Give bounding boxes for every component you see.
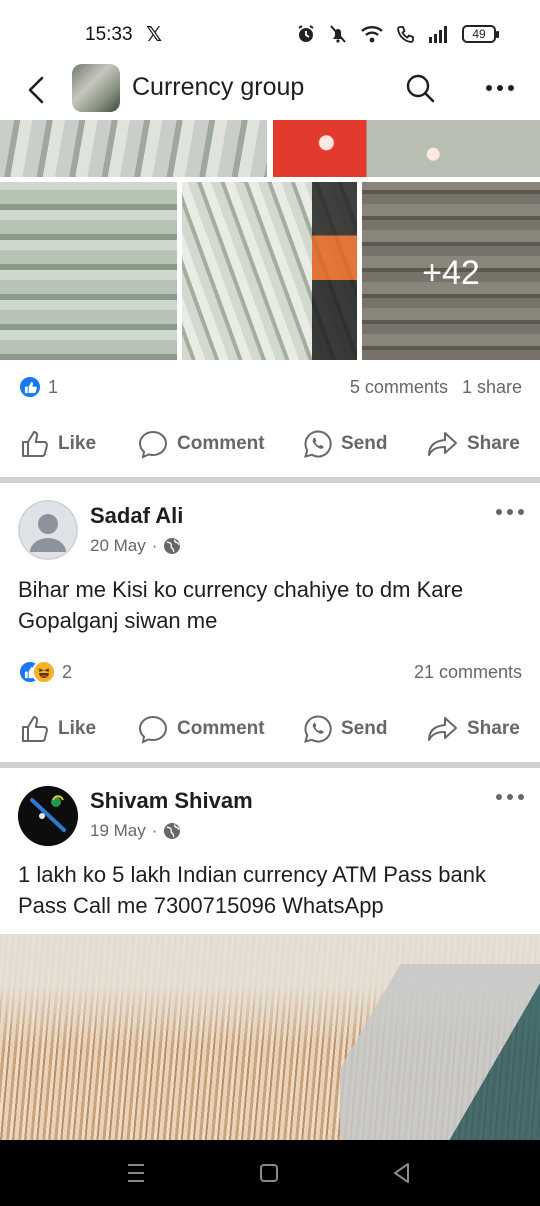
more-photos-count: +42 — [422, 254, 480, 292]
comment-label: Comment — [177, 433, 265, 454]
like-reaction-icon — [18, 375, 42, 399]
alarm-icon — [298, 25, 314, 42]
reaction-icons — [18, 660, 56, 684]
post-text: 1 lakh ko 5 lakh Indian currency ATM Pas… — [18, 862, 486, 918]
haha-reaction-icon — [32, 660, 56, 684]
status-icons: 49 — [296, 22, 499, 46]
shares-count[interactable]: 1 share — [462, 377, 522, 398]
group-avatar[interactable] — [72, 64, 120, 112]
status-time: 15:33 — [85, 24, 133, 45]
comment-label: Comment — [177, 718, 265, 739]
search-icon[interactable] — [404, 72, 436, 104]
like-label: Like — [58, 718, 97, 739]
globe-icon — [164, 823, 181, 839]
like-button[interactable]: Like — [20, 419, 96, 469]
reaction-summary[interactable]: 2 — [18, 660, 72, 684]
comments-count[interactable]: 21 comments — [414, 662, 522, 683]
globe-icon — [164, 538, 181, 554]
meta-separator: · — [151, 821, 158, 840]
post-photo-more[interactable]: +42 — [362, 182, 540, 360]
post-divider — [0, 477, 540, 483]
post-photo[interactable] — [273, 120, 540, 177]
reaction-count: 1 — [48, 376, 59, 397]
post-meta: 20 May · — [90, 536, 181, 556]
status-bar: 15:33 𝕏 49 — [0, 0, 540, 62]
like-label: Like — [58, 433, 97, 454]
default-avatar-icon — [18, 500, 78, 560]
reaction-count: 2 — [62, 661, 73, 682]
comment-button[interactable]: Comment — [137, 704, 265, 754]
comments-count[interactable]: 5 comments — [350, 377, 448, 398]
post-options-icon[interactable] — [494, 502, 526, 522]
share-icon — [428, 717, 457, 741]
post-photo[interactable] — [0, 120, 267, 177]
send-label: Send — [341, 433, 388, 454]
post-meta: 19 May · — [90, 821, 181, 841]
back-arrow-icon[interactable] — [22, 72, 52, 108]
avatar[interactable] — [18, 786, 78, 846]
author-name[interactable]: Shivam Shivam — [90, 788, 253, 814]
post-actions: Like Comment Send Share — [0, 419, 540, 469]
home-nav-icon[interactable] — [254, 1160, 284, 1186]
share-button[interactable]: Share — [427, 419, 520, 469]
engagement-counts: 21 comments — [414, 662, 522, 683]
post-text: Bihar me Kisi ko currency chahiye to dm … — [18, 577, 464, 633]
reaction-summary[interactable]: 1 — [18, 375, 58, 399]
post-actions: Like Comment Send Share — [0, 704, 540, 754]
group-title[interactable]: Currency group — [132, 73, 304, 102]
group-header: Currency group — [0, 62, 540, 118]
post-date[interactable]: 19 May — [90, 821, 146, 841]
comment-icon — [138, 715, 168, 744]
whatsapp-icon — [304, 430, 332, 458]
post-photo[interactable] — [0, 182, 177, 360]
wifi-icon — [361, 26, 383, 43]
system-nav-bar — [0, 1140, 540, 1206]
menu-nav-icon[interactable] — [121, 1160, 151, 1186]
engagement-counts: 5 comments 1 share — [350, 377, 522, 398]
avatar[interactable] — [18, 500, 78, 560]
share-icon — [428, 432, 457, 456]
flute-avatar-icon — [18, 786, 78, 846]
send-label: Send — [341, 718, 388, 739]
more-icon[interactable] — [484, 78, 516, 98]
post-divider — [0, 762, 540, 768]
meta-separator: · — [151, 536, 158, 555]
share-button[interactable]: Share — [427, 704, 520, 754]
post-date[interactable]: 20 May — [90, 536, 146, 556]
share-label: Share — [467, 433, 520, 454]
comment-button[interactable]: Comment — [137, 419, 265, 469]
post-photo[interactable] — [182, 182, 357, 360]
signal-icon — [429, 26, 447, 43]
post-photo[interactable] — [0, 934, 540, 1140]
send-button[interactable]: Send — [303, 704, 387, 754]
author-name[interactable]: Sadaf Ali — [90, 503, 183, 529]
send-button[interactable]: Send — [303, 419, 387, 469]
like-icon — [22, 716, 48, 742]
call-icon — [397, 26, 414, 43]
x-logo-icon: 𝕏 — [146, 24, 163, 46]
back-nav-icon[interactable] — [387, 1160, 417, 1186]
comment-icon — [138, 430, 168, 459]
share-label: Share — [467, 718, 520, 739]
mute-icon — [330, 25, 346, 43]
whatsapp-icon — [304, 715, 332, 743]
post-options-icon[interactable] — [494, 787, 526, 807]
like-icon — [22, 431, 48, 457]
like-button[interactable]: Like — [20, 704, 96, 754]
battery-icon: 49 — [462, 25, 499, 43]
